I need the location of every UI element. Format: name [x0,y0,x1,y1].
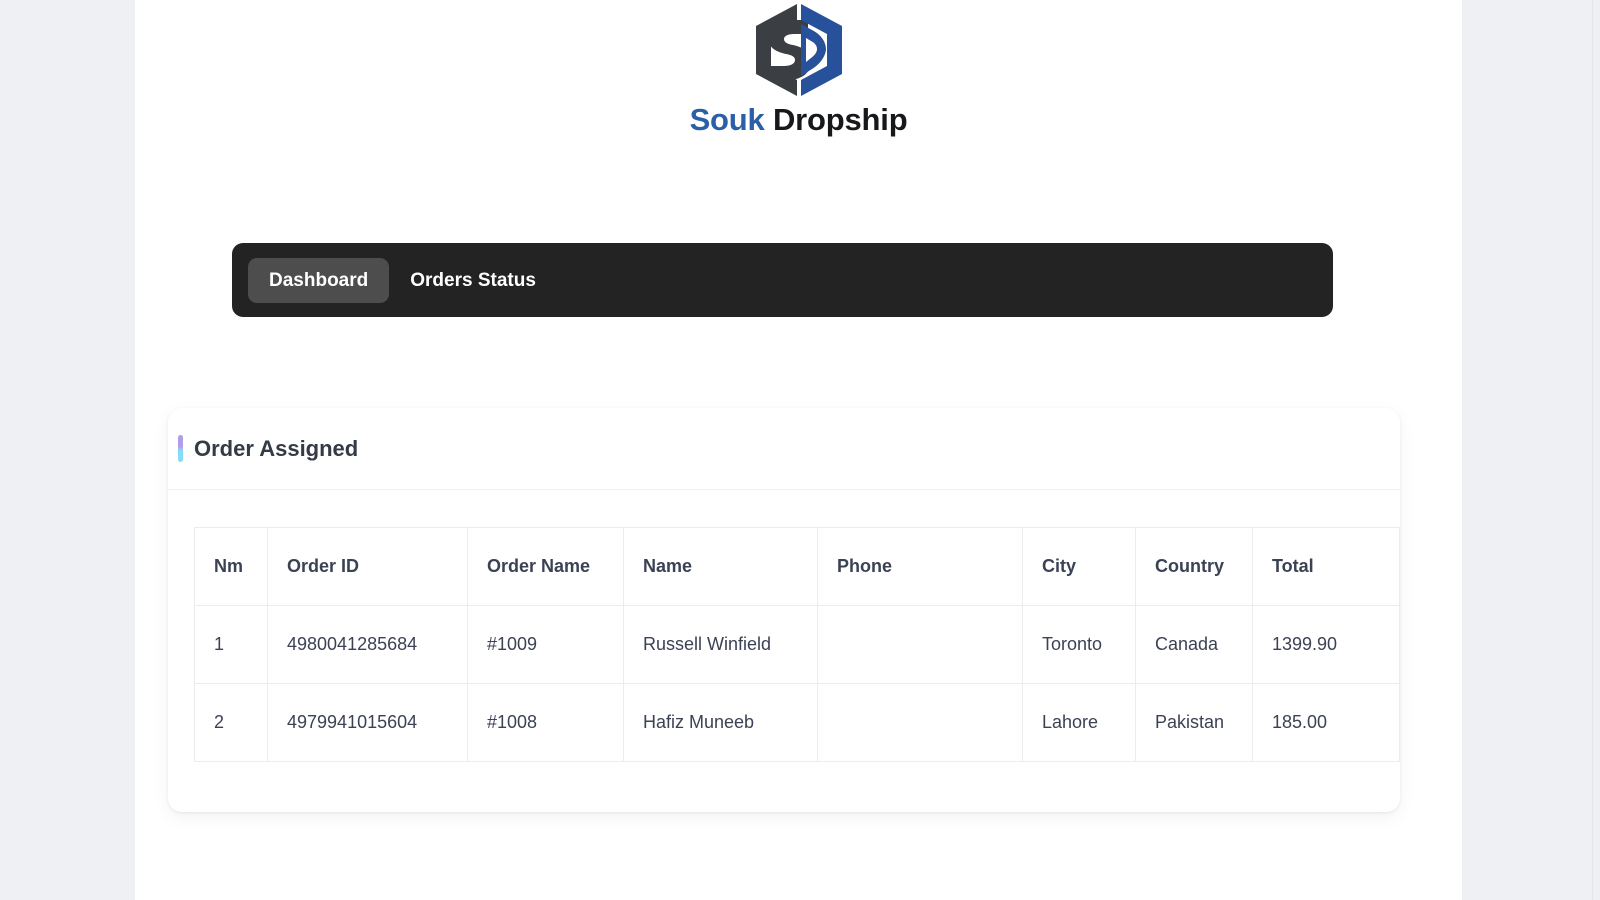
cell-total: 185.00 [1252,683,1400,762]
column-header-nm: Nm [194,527,268,606]
column-header-country: Country [1135,527,1253,606]
cell-order-id: 4979941015604 [267,683,468,762]
souk-dropship-logo-icon [755,4,842,96]
cell-total: 1399.90 [1252,605,1400,684]
cell-country: Canada [1135,605,1253,684]
orders-table: Nm Order ID Order Name Name Phone City C… [194,527,1400,762]
section-accent-bar [178,435,183,462]
cell-nm: 2 [194,683,268,762]
brand-word-souk: Souk [689,102,765,137]
right-edge-divider [1592,0,1593,900]
table-row[interactable]: 2 4979941015604 #1008 Hafiz Muneeb Lahor… [194,683,1400,762]
column-header-order-name: Order Name [467,527,624,606]
nav-tab-dashboard[interactable]: Dashboard [248,257,390,303]
cell-phone [817,605,1023,684]
cell-order-name: #1008 [467,683,624,762]
brand-wordmark: Souk Dropship [690,102,908,138]
nav-tab-orders-status[interactable]: Orders Status [389,258,557,303]
cell-city: Lahore [1022,683,1136,762]
cell-name: Russell Winfield [623,605,818,684]
orders-table-wrapper: Nm Order ID Order Name Name Phone City C… [168,490,1400,762]
column-header-name: Name [623,527,818,606]
section-header: Order Assigned [168,408,1400,462]
cell-phone [817,683,1023,762]
app-viewport: Souk Dropship Dashboard Orders Status Or… [0,0,1600,900]
column-header-order-id: Order ID [267,527,468,606]
order-assigned-card: Order Assigned Nm Order ID Order Name Na [168,408,1400,812]
cell-order-id: 4980041285684 [267,605,468,684]
cell-nm: 1 [194,605,268,684]
brand-header: Souk Dropship [135,0,1462,138]
table-header-row: Nm Order ID Order Name Name Phone City C… [194,527,1400,606]
column-header-total: Total [1252,527,1400,606]
column-header-phone: Phone [817,527,1023,606]
page-content-area: Souk Dropship Dashboard Orders Status Or… [135,0,1462,900]
brand-word-dropship: Dropship [772,102,908,137]
page-title: Order Assigned [194,435,359,461]
table-row[interactable]: 1 4980041285684 #1009 Russell Winfield T… [194,605,1400,684]
cell-order-name: #1009 [467,605,624,684]
cell-country: Pakistan [1135,683,1253,762]
cell-name: Hafiz Muneeb [623,683,818,762]
column-header-city: City [1022,527,1136,606]
main-navbar: Dashboard Orders Status [232,243,1333,317]
cell-city: Toronto [1022,605,1136,684]
